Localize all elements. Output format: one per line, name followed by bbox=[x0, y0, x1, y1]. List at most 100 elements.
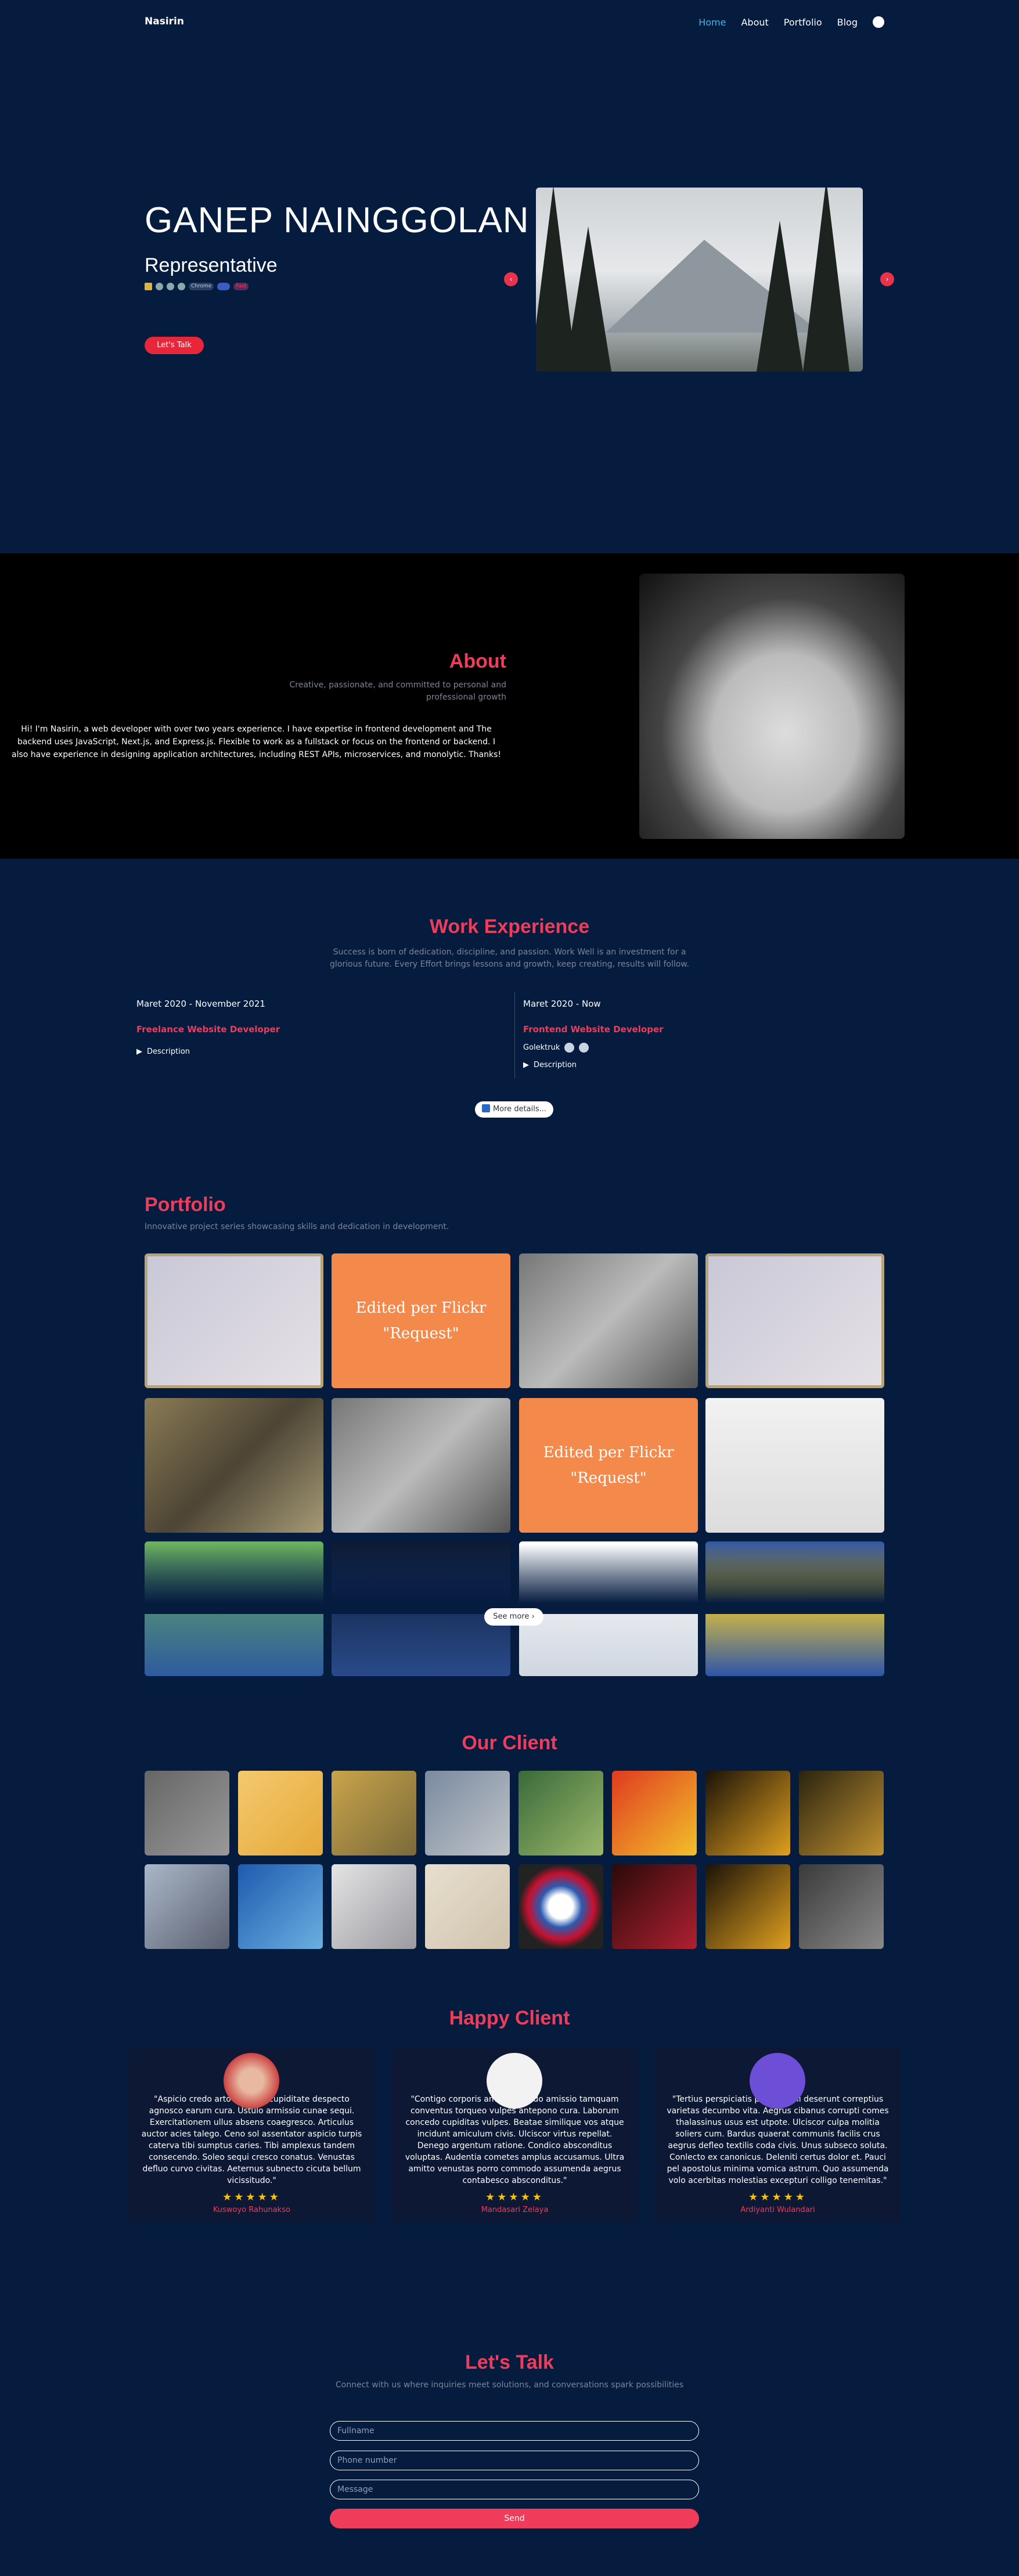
badge-blue bbox=[217, 283, 231, 290]
portfolio-subtitle: Innovative project series showcasing ski… bbox=[145, 1222, 449, 1231]
badge-fast: Fast bbox=[233, 283, 249, 290]
job-description-label: Description bbox=[534, 1061, 577, 1069]
js-icon bbox=[145, 283, 152, 290]
phone-placeholder: Phone number bbox=[337, 2456, 397, 2465]
client-logo bbox=[799, 1771, 884, 1856]
happy-client-title: Happy Client bbox=[449, 2007, 570, 2029]
portfolio-item[interactable]: Edited per Flickr "Request" bbox=[332, 1253, 510, 1388]
client-logo bbox=[238, 1771, 323, 1856]
job-tech: Golektruk bbox=[523, 1043, 872, 1053]
nav-about[interactable]: About bbox=[741, 17, 768, 28]
avatar bbox=[487, 2053, 542, 2109]
caret-right-icon: ▶ bbox=[136, 1047, 142, 1056]
nav-portfolio[interactable]: Portfolio bbox=[784, 17, 822, 28]
more-details-label: More details... bbox=[492, 1105, 547, 1114]
badge-chrome: Chrome bbox=[189, 283, 214, 290]
tech-badges: Chrome Fast bbox=[145, 283, 249, 290]
see-more-label: See more bbox=[493, 1612, 530, 1621]
nav-home[interactable]: Home bbox=[698, 17, 726, 28]
client-logo bbox=[425, 1771, 510, 1856]
portfolio-item[interactable] bbox=[705, 1398, 884, 1533]
linkedin-icon bbox=[481, 1104, 490, 1112]
job-role: Freelance Website Developer bbox=[136, 1024, 280, 1035]
testimonial-author: Kuswoyo Rahunakso bbox=[213, 2206, 290, 2214]
top-nav: Home About Portfolio Blog bbox=[698, 16, 884, 28]
portfolio-item[interactable] bbox=[519, 1253, 698, 1388]
caret-right-icon: ▶ bbox=[523, 1061, 529, 1069]
carousel-next-button[interactable]: › bbox=[880, 272, 894, 286]
client-logo bbox=[705, 1864, 790, 1949]
github-badge-icon bbox=[156, 283, 163, 290]
about-title: About bbox=[449, 650, 506, 672]
client-logo bbox=[145, 1771, 229, 1856]
star-rating: ★★★★★ bbox=[485, 2191, 544, 2203]
portfolio-title: Portfolio bbox=[145, 1194, 226, 1216]
see-more-button[interactable]: See more › bbox=[484, 1608, 543, 1626]
client-logo bbox=[612, 1864, 697, 1949]
contact-subtitle: Connect with us where inquiries meet sol… bbox=[335, 2380, 684, 2390]
job-entry: Maret 2020 - Now Frontend Website Develo… bbox=[523, 999, 872, 1069]
job-dates: Maret 2020 - Now bbox=[523, 999, 601, 1009]
portfolio-item[interactable]: Edited per Flickr "Request" bbox=[519, 1398, 698, 1533]
about-subtitle: Creative, passionate, and committed to p… bbox=[289, 680, 506, 702]
testimonial-card: "Contigo corporis amita. Confido amissio… bbox=[391, 2048, 638, 2222]
tech-icon bbox=[579, 1043, 589, 1053]
message-input[interactable]: Message bbox=[330, 2480, 699, 2499]
portfolio-fade bbox=[134, 1544, 888, 1614]
work-title: Work Experience bbox=[429, 916, 590, 938]
client-logo bbox=[425, 1864, 510, 1949]
company-name: Golektruk bbox=[523, 1043, 560, 1052]
carousel-prev-button[interactable]: ‹ bbox=[504, 272, 518, 286]
message-placeholder: Message bbox=[337, 2485, 373, 2494]
avatar bbox=[750, 2053, 805, 2109]
send-button[interactable]: Send bbox=[330, 2509, 699, 2528]
client-logo bbox=[518, 1771, 603, 1856]
job-dates: Maret 2020 - November 2021 bbox=[136, 999, 265, 1009]
client-logo bbox=[518, 1864, 603, 1949]
portfolio-item[interactable] bbox=[332, 1398, 510, 1533]
brand-logo[interactable]: Nasirin bbox=[145, 16, 184, 27]
client-logo bbox=[799, 1864, 884, 1949]
portfolio-item[interactable] bbox=[705, 1253, 884, 1388]
docker-icon bbox=[178, 283, 185, 290]
job-description-label: Description bbox=[147, 1047, 190, 1056]
client-logo bbox=[145, 1864, 229, 1949]
avatar bbox=[224, 2053, 279, 2109]
client-logo bbox=[612, 1771, 697, 1856]
portfolio-item[interactable] bbox=[145, 1398, 323, 1533]
portfolio-item-text: Edited per Flickr "Request" bbox=[543, 1444, 674, 1487]
github-icon[interactable] bbox=[873, 16, 884, 28]
hero-name: GANEP NAINGGOLAN bbox=[145, 200, 530, 240]
lets-talk-button[interactable]: Let's Talk bbox=[145, 337, 204, 354]
star-rating: ★★★★★ bbox=[222, 2191, 281, 2203]
fullname-placeholder: Fullname bbox=[337, 2426, 375, 2436]
testimonial-card: "Tertius perspiciatis porro animi deseru… bbox=[654, 2048, 901, 2222]
client-logo bbox=[332, 1864, 416, 1949]
about-body: Hi! I'm Nasirin, a web developer with ov… bbox=[11, 725, 502, 759]
tech-icon bbox=[564, 1043, 575, 1053]
client-logo bbox=[238, 1864, 323, 1949]
star-rating: ★★★★★ bbox=[748, 2191, 807, 2203]
fullname-input[interactable]: Fullname bbox=[330, 2421, 699, 2441]
testimonial-card: "Aspicio credo arto incidunt cupiditate … bbox=[128, 2048, 375, 2222]
testimonial-author: Ardiyanti Wulandari bbox=[740, 2206, 815, 2214]
job-entry: Maret 2020 - November 2021 Freelance Web… bbox=[136, 999, 485, 1056]
timeline-divider bbox=[514, 992, 515, 1079]
job-role: Frontend Website Developer bbox=[523, 1024, 664, 1035]
phone-input[interactable]: Phone number bbox=[330, 2451, 699, 2470]
clients-title: Our Client bbox=[462, 1732, 557, 1754]
job-description-toggle[interactable]: ▶ Description bbox=[136, 1047, 485, 1056]
profile-portrait bbox=[639, 574, 905, 839]
testimonial-author: Mandasari Zelaya bbox=[481, 2206, 549, 2214]
job-description-toggle[interactable]: ▶ Description bbox=[523, 1061, 872, 1069]
client-logo bbox=[332, 1771, 416, 1856]
client-logo bbox=[705, 1771, 790, 1856]
work-subtitle: Success is born of dedication, disciplin… bbox=[330, 947, 689, 969]
contact-title: Let's Talk bbox=[465, 2351, 554, 2373]
more-details-button[interactable]: More details... bbox=[475, 1101, 553, 1118]
hero-role: Representative bbox=[145, 254, 278, 276]
portfolio-item[interactable] bbox=[145, 1253, 323, 1388]
portfolio-item-text: Edited per Flickr "Request" bbox=[355, 1299, 487, 1342]
nav-blog[interactable]: Blog bbox=[837, 17, 858, 28]
hero-carousel-image bbox=[536, 188, 863, 372]
